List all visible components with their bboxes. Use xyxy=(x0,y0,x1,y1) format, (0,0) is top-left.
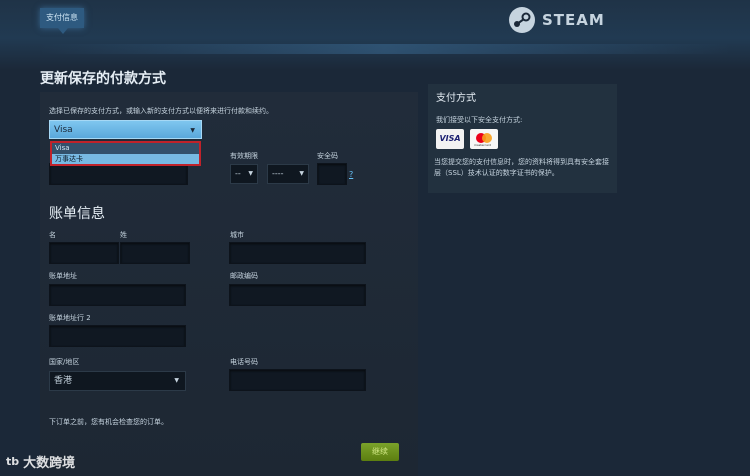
watermark: tb 大数跨境 xyxy=(6,452,75,471)
steam-logo[interactable]: STEAM xyxy=(508,6,605,34)
payment-methods-sidebar: 支付方式 我们接受以下安全支付方式: VISA mastercard 当您提交您… xyxy=(428,84,617,193)
card-number-field[interactable] xyxy=(49,163,188,185)
payment-method-select[interactable]: Visa ▼ xyxy=(49,120,202,139)
chevron-down-icon: ▼ xyxy=(248,170,253,177)
billing-address2-field[interactable] xyxy=(49,325,186,347)
country-label: 国家/地区 xyxy=(49,358,80,366)
postal-code-label: 邮政编码 xyxy=(230,272,258,280)
page-title: 更新保存的付款方式 xyxy=(40,71,166,87)
security-code-help-link[interactable]: ? xyxy=(349,170,353,179)
sidebar-accept-text: 我们接受以下安全支付方式: xyxy=(436,116,523,124)
billing-address2-label: 账单地址行 2 xyxy=(49,314,91,322)
dropdown-option-visa[interactable]: Visa xyxy=(52,143,199,153)
billing-address-field[interactable] xyxy=(49,284,186,306)
last-name-field[interactable] xyxy=(120,242,190,264)
first-name-field[interactable] xyxy=(49,242,119,264)
step-tab-payment-info: 支付信息 xyxy=(40,8,84,34)
payment-method-value: Visa xyxy=(54,125,73,135)
expiry-label: 有效期限 xyxy=(230,152,258,160)
country-value: 香港 xyxy=(54,376,73,386)
phone-label: 电话号码 xyxy=(230,358,258,366)
header-banner xyxy=(0,0,750,70)
security-code-label: 安全码 xyxy=(317,152,338,160)
chevron-down-icon: ▼ xyxy=(174,377,179,384)
visa-card-icon: VISA xyxy=(436,129,464,149)
phone-field[interactable] xyxy=(229,369,366,391)
expiry-year-select[interactable]: ---- ▼ xyxy=(267,164,309,184)
sidebar-ssl-note: 当您提交您的支付信息时，您的资料将得到具有安全套接层（SSL）技术认证的数字证书… xyxy=(434,158,609,177)
dropdown-option-mastercard[interactable]: 万事达卡 xyxy=(52,154,199,164)
continue-button[interactable]: 继续 xyxy=(361,443,399,461)
city-field[interactable] xyxy=(229,242,366,264)
mastercard-yellow-circle xyxy=(482,133,492,143)
country-select[interactable]: 香港 ▼ xyxy=(49,371,186,391)
billing-section-title: 账单信息 xyxy=(49,206,105,222)
chevron-down-icon: ▼ xyxy=(299,170,304,177)
chevron-down-icon: ▼ xyxy=(190,127,195,134)
watermark-text: 大数跨境 xyxy=(23,456,76,471)
header-glow xyxy=(40,44,730,54)
city-label: 城市 xyxy=(230,231,244,239)
payment-method-dropdown: Visa 万事达卡 xyxy=(50,141,201,166)
steam-logo-icon xyxy=(509,7,535,33)
billing-address-label: 账单地址 xyxy=(49,272,77,280)
steam-logo-text: STEAM xyxy=(542,11,605,29)
payment-instruction: 选择已保存的支付方式，或输入新的支付方式以便将来进行付款和续约。 xyxy=(49,107,273,115)
first-name-label: 名 xyxy=(49,231,56,239)
sidebar-title: 支付方式 xyxy=(436,93,476,104)
mastercard-icon: mastercard xyxy=(470,129,498,149)
postal-code-field[interactable] xyxy=(229,284,366,306)
watermark-logo-icon: tb xyxy=(6,455,20,468)
expiry-year-value: ---- xyxy=(272,169,284,178)
security-code-field[interactable] xyxy=(317,163,347,185)
last-name-label: 姓 xyxy=(120,231,127,239)
mastercard-label: mastercard xyxy=(474,143,492,147)
order-review-note: 下订单之前，您有机会检查您的订单。 xyxy=(49,418,168,426)
expiry-month-select[interactable]: -- ▼ xyxy=(230,164,258,184)
expiry-month-value: -- xyxy=(235,169,241,178)
